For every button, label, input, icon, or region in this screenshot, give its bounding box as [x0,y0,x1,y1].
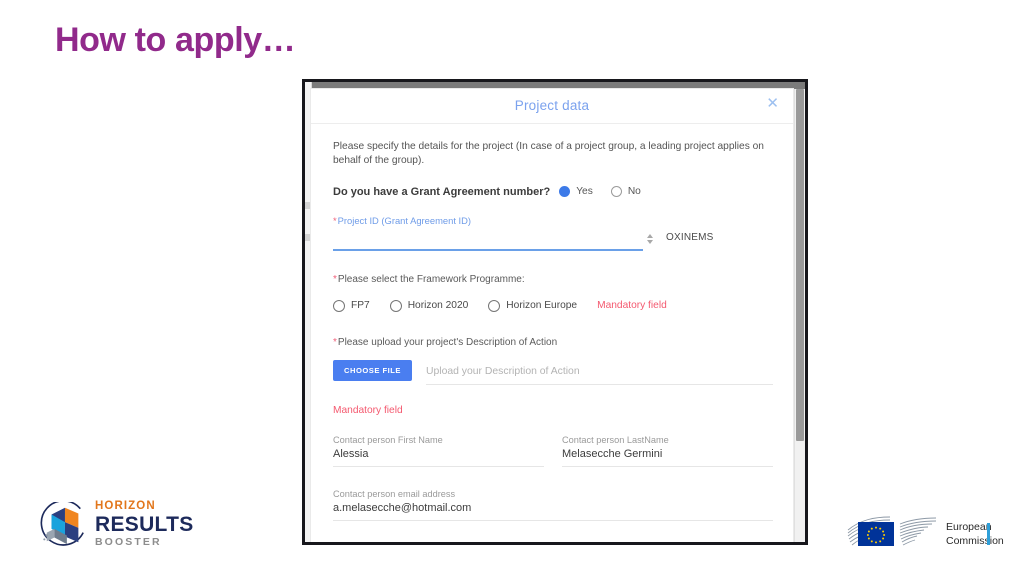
project-id-label-text: Project ID (Grant Agreement ID) [337,214,472,226]
radio-horizon-2020-label: Horizon 2020 [407,300,469,312]
hrb-results-text: RESULTS [95,512,194,536]
ec-line-2: Commission [946,534,1004,547]
close-icon[interactable]: ✕ [766,96,779,111]
european-commission-logo: European Commission [846,514,1004,554]
eu-flag-icon [858,522,894,546]
dialog-body: Please specify the details for the proje… [311,124,793,542]
hrb-cube-icon [40,502,84,546]
caret-up-icon[interactable] [646,233,653,238]
contact-person-name-row: Contact person First Name Alessia Contac… [333,435,773,468]
hrb-wordmark: HORIZON RESULTS BOOSTER [95,500,194,548]
radio-dot-icon [333,299,345,312]
required-asterisk: * [333,273,337,285]
project-id-input-row: OXINEMS [333,231,773,251]
project-data-dialog: Project data ✕ Please specify the detail… [311,89,793,542]
required-asterisk: * [333,214,337,226]
grant-agreement-question-label: Do you have a Grant Agreement number? [333,185,551,198]
framework-programme-label: *Please select the Framework Programme: [333,274,773,285]
grant-agreement-question-row: Do you have a Grant Agreement number? Ye… [333,186,773,198]
upload-doa-placeholder: Upload your Description of Action [425,366,580,378]
contact-first-name-label: Contact person First Name [333,435,443,446]
radio-fp7-label: FP7 [351,300,370,312]
contact-last-name-label: Contact person LastName [562,435,669,446]
framework-programme-label-text: Please select the Framework Programme: [337,273,525,285]
horizon-results-booster-logo: HORIZON RESULTS BOOSTER [40,497,200,553]
project-acronym-text: OXINEMS [666,231,714,243]
radio-grant-no[interactable]: No [610,186,641,198]
contact-last-name-underline [562,466,773,468]
ec-wordmark: European Commission [946,521,1004,549]
ec-line-1: European [946,521,992,533]
radio-grant-yes-label: Yes [576,186,593,198]
radio-dot-icon [610,186,622,198]
caret-down-icon[interactable] [646,239,653,244]
dialog-header: Project data ✕ [311,89,793,124]
contact-first-name-value[interactable]: Alessia [333,448,544,466]
framework-programme-options: FP7 Horizon 2020 Horizon Europe Mandator… [333,299,773,312]
project-id-stepper[interactable] [645,233,654,244]
ec-accent-bar [987,523,990,545]
project-id-field-group: *Project ID (Grant Agreement ID) OXINEMS [333,215,773,251]
upload-doa-underline [425,384,773,386]
contact-email-value[interactable]: a.melasecche@hotmail.com [333,502,773,520]
eu-stars-icon [866,526,886,544]
upload-doa-input[interactable]: Upload your Description of Action [425,366,773,386]
radio-dot-icon [488,299,501,312]
dialog-title: Project data [514,98,590,113]
upload-doa-label: *Please upload your project's Descriptio… [333,337,773,348]
chrome-top-strip [305,82,805,89]
upload-mandatory-error: Mandatory field [333,405,403,417]
contact-last-name-group: Contact person LastName Melasecche Germi… [562,435,773,468]
radio-horizon-2020[interactable]: Horizon 2020 [389,299,469,312]
radio-grant-yes[interactable]: Yes [559,186,593,198]
page-title: How to apply… [55,21,296,59]
contact-email-label: Contact person email address [333,489,456,500]
contact-email-group: Contact person email address a.melasecch… [333,489,773,522]
scrollbar-thumb[interactable] [796,89,804,441]
contact-email-underline [333,520,773,522]
hrb-horizon-text: HORIZON [95,500,156,512]
required-asterisk: * [333,336,337,348]
upload-doa-row: CHOOSE FILE Upload your Description of A… [333,359,773,386]
project-id-input[interactable] [333,231,643,251]
dialog-intro-text: Please specify the details for the proje… [333,141,764,167]
project-id-label: *Project ID (Grant Agreement ID) [333,215,773,226]
choose-file-button[interactable]: CHOOSE FILE [333,359,412,382]
upload-doa-label-text: Please upload your project's Description… [337,336,558,348]
contact-last-name-value[interactable]: Melasecche Germini [562,448,773,466]
screenshot-content: Project data ✕ Please specify the detail… [305,82,805,542]
project-id-underline [333,248,643,251]
project-id-value [333,231,643,249]
hrb-booster-text: BOOSTER [95,535,162,548]
radio-fp7[interactable]: FP7 [333,299,370,312]
radio-dot-icon [559,186,571,198]
screenshot-frame: Project data ✕ Please specify the detail… [302,79,808,545]
radio-horizon-europe-label: Horizon Europe [506,300,578,312]
radio-horizon-europe[interactable]: Horizon Europe [488,299,578,312]
vertical-scrollbar[interactable] [794,89,805,542]
radio-dot-icon [389,299,402,312]
radio-grant-no-label: No [627,186,641,198]
framework-mandatory-error: Mandatory field [597,300,667,312]
contact-first-name-underline [333,466,544,468]
contact-first-name-group: Contact person First Name Alessia [333,435,544,468]
